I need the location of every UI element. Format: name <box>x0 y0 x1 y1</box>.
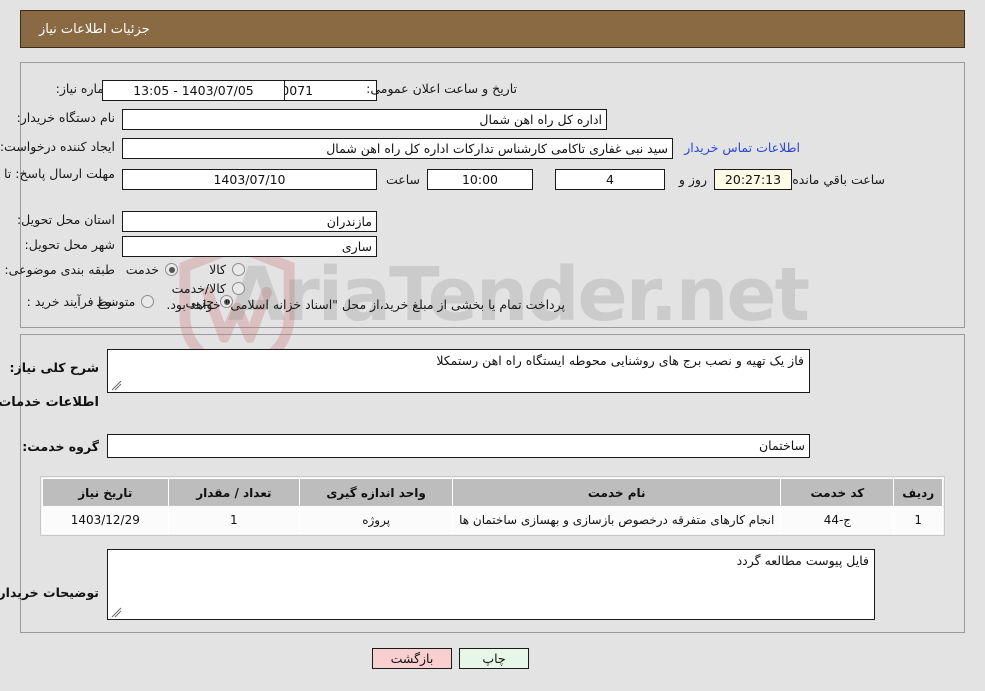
td-code: ج-44 <box>780 506 895 534</box>
services-table-body: 1 ج-44 انجام کارهای متفرقه درخصوص بازساز… <box>42 506 943 534</box>
resize-grip-icon[interactable] <box>111 380 122 391</box>
summary-textarea[interactable]: فاز یک تهیه و نصب برج های روشنایی محوطه … <box>107 349 810 393</box>
buyer-contact-link[interactable]: اطلاعات تماس خریدار <box>684 140 800 155</box>
table-header-row: ردیف کد خدمت نام خدمت واحد اندازه گیری ت… <box>42 478 943 507</box>
province-label: استان محل تحویل: <box>16 212 115 227</box>
province-row: استان محل تحویل: <box>17 212 115 227</box>
deadline-label-row: مهلت ارسال پاسخ: تا تاریخ: <box>0 166 115 182</box>
th-qty: تعداد / مقدار <box>167 478 301 507</box>
creator-field[interactable]: سید نبی غفاری تاکامی کارشناس تدارکات ادا… <box>122 138 673 159</box>
td-date: 1403/12/29 <box>42 506 169 534</box>
th-name: نام خدمت <box>452 478 782 507</box>
th-row: ردیف <box>893 478 943 507</box>
table-row[interactable]: 1 ج-44 انجام کارهای متفرقه درخصوص بازساز… <box>42 506 943 534</box>
deadline-time-field[interactable]: 10:00 <box>427 169 533 190</box>
radio-kala-icon[interactable] <box>232 263 245 276</box>
service-group-label: گروه خدمت: <box>22 439 99 454</box>
td-unit: پروژه <box>299 506 454 534</box>
buyer-notes-label: توضیحات خریدار: <box>0 585 99 600</box>
process-option-motevaset[interactable]: متوسط <box>96 294 155 309</box>
buyer-notes-textarea[interactable]: فایل پیوست مطالعه گردد <box>107 549 875 620</box>
buyer-notes-text: فایل پیوست مطالعه گردد <box>736 553 869 568</box>
page-header: جزئیات اطلاعات نیاز <box>20 10 965 48</box>
creator-row: ایجاد کننده درخواست: <box>0 139 115 154</box>
service-group-field[interactable]: ساختمان <box>107 434 810 458</box>
category-option-kala[interactable]: کالا <box>209 262 245 277</box>
countdown-field: 20:27:13 <box>714 169 792 190</box>
province-field[interactable]: مازندران <box>122 211 377 232</box>
services-table: ردیف کد خدمت نام خدمت واحد اندازه گیری ت… <box>42 478 943 534</box>
city-label: شهر محل تحویل: <box>24 237 115 252</box>
th-code: کد خدمت <box>780 478 895 507</box>
category-option-khedmat[interactable]: خدمت <box>125 262 179 277</box>
treasury-note: پرداخت تمام یا بخشی از مبلغ خرید،از محل … <box>166 297 565 312</box>
th-date: تاریخ نیاز <box>42 478 169 507</box>
back-button[interactable]: بازگشت <box>372 648 452 669</box>
deadline-date-field[interactable]: 1403/07/10 <box>122 169 377 190</box>
print-button[interactable]: چاپ <box>459 648 529 669</box>
summary-text: فاز یک تهیه و نصب برج های روشنایی محوطه … <box>436 353 804 368</box>
city-row: شهر محل تحویل: <box>25 237 115 252</box>
buyer-org-label: نام دستگاه خریدار: <box>16 110 115 125</box>
summary-label: شرح کلی نیاز: <box>9 360 99 375</box>
services-table-wrapper: ردیف کد خدمت نام خدمت واحد اندازه گیری ت… <box>40 476 945 536</box>
announce-datetime-label: تاریخ و ساعت اعلان عمومی: <box>366 81 517 96</box>
services-table-head: ردیف کد خدمت نام خدمت واحد اندازه گیری ت… <box>42 478 943 507</box>
process-option-motevaset-label: متوسط <box>96 294 136 309</box>
page-title: جزئیات اطلاعات نیاز <box>39 21 150 37</box>
category-option-khedmat-label: خدمت <box>125 262 160 277</box>
td-qty: 1 <box>167 506 301 534</box>
td-name: انجام کارهای متفرقه درخصوص بازسازی و بهس… <box>452 506 782 534</box>
buyer-org-field[interactable]: اداره کل راه اهن شمال <box>122 109 607 130</box>
th-unit: واحد اندازه گیری <box>299 478 454 507</box>
services-heading: اطلاعات خدمات مورد نیاز <box>0 395 99 410</box>
buyer-org-row: نام دستگاه خریدار: <box>17 110 115 125</box>
deadline-hour-label: ساعت <box>385 172 420 187</box>
remaining-days-label: روز و <box>678 172 707 187</box>
td-row: 1 <box>893 506 943 534</box>
radio-khedmat-icon[interactable] <box>165 263 179 276</box>
category-option-kala-label: کالا <box>209 262 226 277</box>
page-root: AriaTender.net جزئیات اطلاعات نیاز شماره… <box>0 0 985 691</box>
creator-label: ایجاد کننده درخواست: <box>0 139 115 154</box>
announce-label-row: تاریخ و ساعت اعلان عمومی: <box>366 81 517 96</box>
resize-grip-icon-2[interactable] <box>111 607 122 618</box>
radio-kala-khedmat-icon[interactable] <box>232 282 245 295</box>
remaining-days-field: 4 <box>555 169 665 190</box>
city-field[interactable]: ساری <box>122 236 377 257</box>
deadline-label: مهلت ارسال پاسخ: تا تاریخ: <box>0 166 115 181</box>
announce-datetime-field[interactable]: 1403/07/05 - 13:05 <box>102 80 285 101</box>
countdown-label: ساعت باقي مانده <box>792 172 885 187</box>
radio-motevaset-icon[interactable] <box>141 295 155 308</box>
